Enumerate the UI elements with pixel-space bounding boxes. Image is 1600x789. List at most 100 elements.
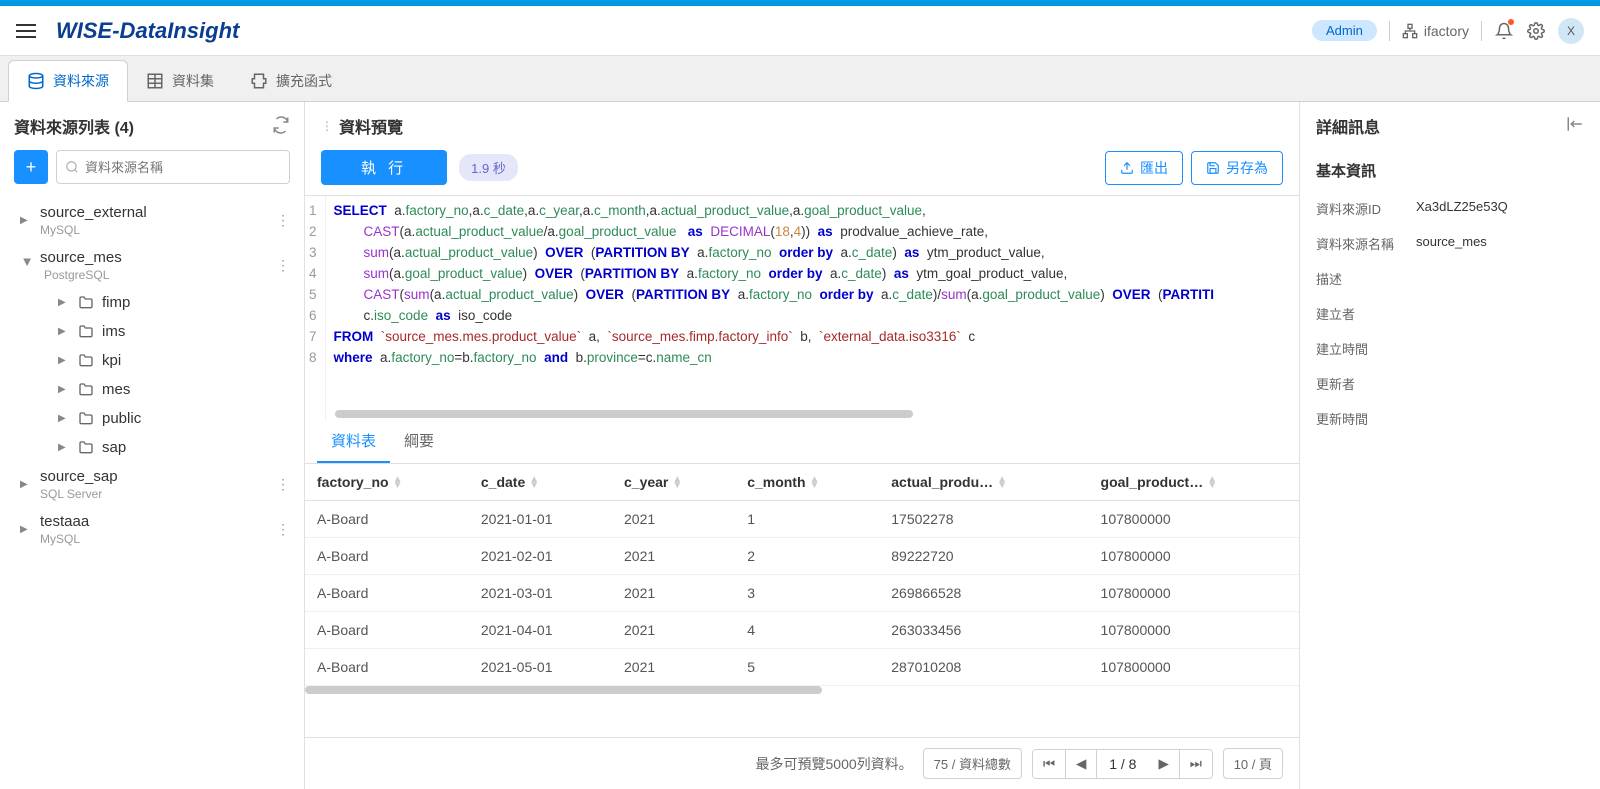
cell: 17502278 <box>879 501 1088 538</box>
info-label: 更新者 <box>1316 374 1416 393</box>
center-panel: ⋮ 資料預覽 執 行 1.9 秒 匯出 另存為 12345678 SELECT … <box>305 102 1300 789</box>
more-icon[interactable]: ⋮ <box>272 208 294 233</box>
info-label: 建立時間 <box>1316 339 1416 358</box>
sql-code[interactable]: SELECT a.factory_no,a.c_date,a.c_year,a.… <box>326 196 1222 420</box>
pager-prev-button[interactable]: ◀ <box>1066 750 1097 778</box>
schema-name: kpi <box>102 352 121 369</box>
refresh-icon[interactable] <box>272 116 290 137</box>
caret-icon[interactable]: ▶ <box>20 524 34 535</box>
column-header[interactable]: c_month▲▼ <box>735 464 879 501</box>
column-header[interactable]: c_year▲▼ <box>612 464 735 501</box>
drag-handle-icon[interactable]: ⋮ <box>321 119 331 133</box>
table-row[interactable]: A-Board2021-03-0120213269866528107800000 <box>305 575 1299 612</box>
column-header[interactable]: c_date▲▼ <box>469 464 612 501</box>
cell: 2021 <box>612 575 735 612</box>
search-icon <box>65 160 79 174</box>
source-item[interactable]: ▶ source_external MySQL ⋮ <box>0 198 304 243</box>
editor-scrollbar[interactable] <box>335 408 1299 420</box>
caret-icon[interactable]: ▶ <box>22 259 33 273</box>
pager-last-button[interactable]: ⏭ <box>1180 750 1212 778</box>
pager-next-button[interactable]: ▶ <box>1148 750 1179 778</box>
caret-icon[interactable]: ▶ <box>58 326 72 337</box>
table-row[interactable]: A-Board2021-05-0120215287010208107800000 <box>305 649 1299 686</box>
info-value: Xa3dLZ25e53Q <box>1416 199 1508 218</box>
sql-editor[interactable]: 12345678 SELECT a.factory_no,a.c_date,a.… <box>305 195 1299 420</box>
caret-icon[interactable]: ▶ <box>58 384 72 395</box>
export-icon <box>1120 161 1134 175</box>
search-input-wrap[interactable] <box>56 150 290 184</box>
schema-item[interactable]: ▶ sap <box>0 433 304 462</box>
more-icon[interactable]: ⋮ <box>272 253 294 278</box>
hamburger-menu-icon[interactable] <box>16 19 40 43</box>
source-name: source_mes <box>40 249 272 266</box>
pager-size[interactable]: 10 / 頁 <box>1223 748 1283 779</box>
tab-schema[interactable]: 綱要 <box>390 420 448 463</box>
caret-icon[interactable]: ▶ <box>58 355 72 366</box>
run-button[interactable]: 執 行 <box>321 150 447 185</box>
cell: 2021-01-01 <box>469 501 612 538</box>
folder-icon <box>78 440 94 456</box>
sort-icon[interactable]: ▲▼ <box>810 477 820 489</box>
folder-icon <box>78 353 94 369</box>
notifications-icon[interactable] <box>1494 21 1514 41</box>
info-label: 資料來源名稱 <box>1316 234 1416 253</box>
caret-icon[interactable]: ▶ <box>20 215 34 226</box>
cell: 4 <box>735 612 879 649</box>
saveas-button[interactable]: 另存為 <box>1191 151 1283 185</box>
source-item[interactable]: ▶ source_sap SQL Server ⋮ <box>0 462 304 507</box>
pager-controls: ⏮ ◀ 1 / 8 ▶ ⏭ <box>1032 749 1213 779</box>
search-input[interactable] <box>85 160 281 175</box>
table-row[interactable]: A-Board2021-04-0120214263033456107800000 <box>305 612 1299 649</box>
sort-icon[interactable]: ▲▼ <box>529 477 539 489</box>
tab-datasource[interactable]: 資料來源 <box>8 60 128 102</box>
sort-icon[interactable]: ▲▼ <box>672 477 682 489</box>
source-item[interactable]: ▶ testaaa MySQL ⋮ <box>0 507 304 552</box>
cell: 107800000 <box>1089 649 1299 686</box>
more-icon[interactable]: ⋮ <box>272 517 294 542</box>
column-header[interactable]: factory_no▲▼ <box>305 464 469 501</box>
pager-first-button[interactable]: ⏮ <box>1033 750 1066 778</box>
caret-icon[interactable]: ▶ <box>58 413 72 424</box>
schema-item[interactable]: ▶ mes <box>0 375 304 404</box>
sort-icon[interactable]: ▲▼ <box>393 477 403 489</box>
source-name: source_sap <box>40 468 272 485</box>
source-item[interactable]: ▶ source_mes PostgreSQL ⋮ <box>0 243 304 288</box>
section-basic-info: 基本資訊 <box>1300 150 1600 191</box>
caret-icon[interactable]: ▶ <box>58 297 72 308</box>
expand-panel-icon[interactable] <box>1566 115 1584 138</box>
tab-dataset[interactable]: 資料集 <box>128 61 232 101</box>
info-value: source_mes <box>1416 234 1487 253</box>
sort-icon[interactable]: ▲▼ <box>1207 477 1217 489</box>
schema-item[interactable]: ▶ public <box>0 404 304 433</box>
table-row[interactable]: A-Board2021-02-012021289222720107800000 <box>305 538 1299 575</box>
app-logo: WISE-DataInsight <box>56 18 239 44</box>
sort-icon[interactable]: ▲▼ <box>997 477 1007 489</box>
settings-icon[interactable] <box>1526 21 1546 41</box>
cell: 2 <box>735 538 879 575</box>
user-avatar[interactable]: X <box>1558 18 1584 44</box>
caret-icon[interactable]: ▶ <box>58 442 72 453</box>
column-header[interactable]: actual_produ…▲▼ <box>879 464 1088 501</box>
admin-badge[interactable]: Admin <box>1312 20 1377 41</box>
cell: 2021 <box>612 538 735 575</box>
export-button[interactable]: 匯出 <box>1105 151 1183 185</box>
tenant-selector[interactable]: ifactory <box>1402 23 1469 39</box>
tab-data-table[interactable]: 資料表 <box>317 420 390 463</box>
folder-icon <box>78 382 94 398</box>
result-table: factory_no▲▼c_date▲▼c_year▲▼c_month▲▼act… <box>305 464 1299 686</box>
details-title: 詳細訊息 <box>1316 114 1380 138</box>
table-scrollbar[interactable] <box>305 686 1299 696</box>
schema-item[interactable]: ▶ ims <box>0 317 304 346</box>
add-source-button[interactable]: + <box>14 150 48 184</box>
pager-count: 75 / 資料總數 <box>923 748 1022 779</box>
more-icon[interactable]: ⋮ <box>272 472 294 497</box>
caret-icon[interactable]: ▶ <box>20 479 34 490</box>
source-type: SQL Server <box>40 487 272 501</box>
schema-item[interactable]: ▶ fimp <box>0 288 304 317</box>
info-label: 更新時間 <box>1316 409 1416 428</box>
source-name: source_external <box>40 204 272 221</box>
table-row[interactable]: A-Board2021-01-012021117502278107800000 <box>305 501 1299 538</box>
column-header[interactable]: goal_product…▲▼ <box>1089 464 1299 501</box>
tab-extension[interactable]: 擴充函式 <box>232 61 350 101</box>
schema-item[interactable]: ▶ kpi <box>0 346 304 375</box>
